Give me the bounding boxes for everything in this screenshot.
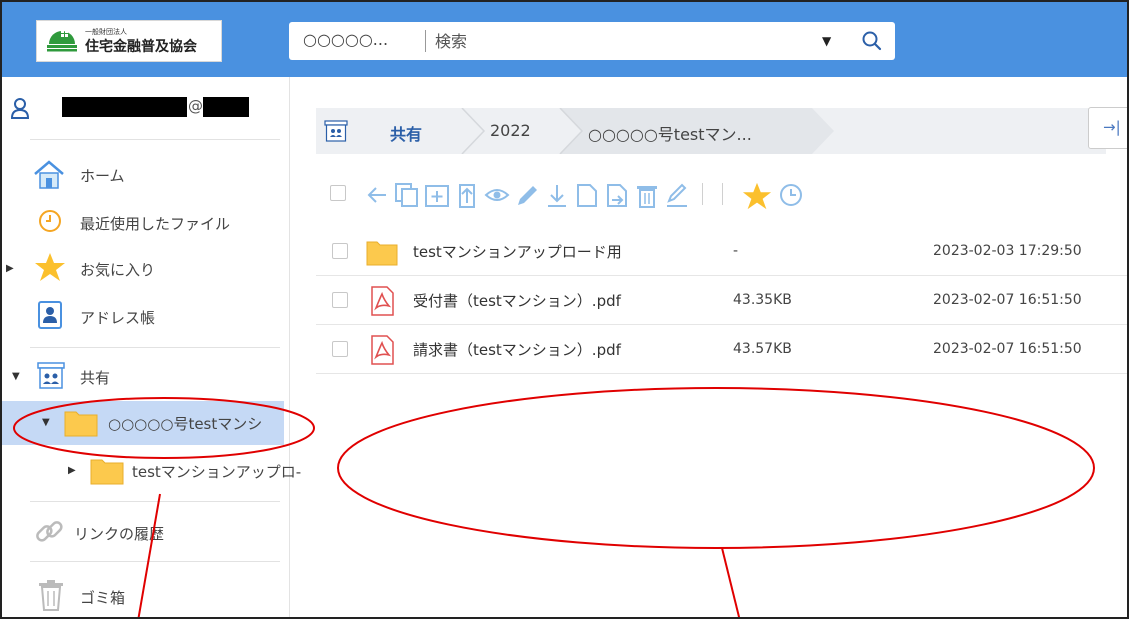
history-clock-icon[interactable] (778, 181, 804, 209)
download-icon[interactable] (544, 181, 570, 209)
new-folder-icon[interactable] (424, 181, 450, 209)
sidebar-item-recent[interactable]: 最近使用したファイル (2, 203, 290, 243)
sidebar-item-trash[interactable]: ゴミ箱 (2, 577, 290, 617)
sidebar-item-label: アドレス帳 (80, 309, 156, 327)
sidebar-divider (30, 347, 280, 348)
logo-title: 住宅金融普及協会 (85, 39, 197, 55)
toolbar-divider (702, 183, 703, 205)
user-account[interactable]: @ (2, 77, 290, 127)
tree-item-subfolder[interactable]: ▶ testマンションアップロ- (2, 451, 301, 491)
collapse-arrow-icon[interactable]: ▼ (42, 417, 50, 428)
sidebar-divider (30, 561, 280, 562)
breadcrumb-shared[interactable]: 共有 (390, 121, 422, 145)
file-name[interactable]: 請求書（testマンション）.pdf (413, 339, 621, 360)
back-arrow-icon[interactable] (364, 181, 390, 209)
sidebar-item-label: 最近使用したファイル (80, 215, 231, 233)
clock-icon (39, 210, 61, 232)
file-name[interactable]: 受付書（testマンション）.pdf (413, 290, 621, 311)
redacted-domain (203, 97, 249, 117)
file-size: 43.57KB (733, 341, 792, 357)
sidebar-divider (30, 501, 280, 502)
sidebar-item-link-history[interactable]: リンクの履歴 (2, 513, 290, 553)
delete-icon[interactable] (634, 181, 660, 209)
favorite-star-icon[interactable] (742, 181, 772, 211)
expand-arrow-icon[interactable]: ▶ (68, 465, 76, 476)
file-name[interactable]: testマンションアップロード用 (413, 241, 622, 262)
file-toolbar (330, 177, 1090, 217)
sidebar-item-home[interactable]: ホーム (2, 155, 290, 195)
sidebar: @ ホーム 最近使用したファイル ▶ お気に入り アドレス帳 ▼ 共有 ▼ ○○… (2, 77, 301, 617)
move-file-icon[interactable] (604, 181, 630, 209)
user-at-sign: @ (188, 97, 203, 115)
logo-mark-icon (47, 30, 77, 52)
shared-box-icon (37, 362, 65, 389)
expand-arrow-icon[interactable]: ▶ (6, 263, 14, 274)
pdf-file-icon (371, 286, 394, 316)
row-checkbox[interactable] (332, 292, 348, 308)
folder-icon (64, 411, 98, 437)
file-row[interactable]: 受付書（testマンション）.pdf 43.35KB 2023-02-07 16… (316, 276, 1127, 325)
breadcrumb-current-folder[interactable]: ○○○○○号testマン... (588, 121, 752, 145)
search-dropdown-icon[interactable]: ▼ (822, 34, 831, 48)
upload-icon[interactable] (454, 181, 480, 209)
copy-icon[interactable] (394, 181, 420, 209)
tree-item-label: ○○○○○号testマンシ (108, 415, 263, 433)
rename-icon[interactable] (664, 181, 690, 209)
row-checkbox[interactable] (332, 341, 348, 357)
sidebar-divider (30, 139, 280, 140)
search-icon[interactable] (861, 30, 883, 52)
folder-icon (366, 241, 398, 266)
preview-eye-icon[interactable] (484, 181, 510, 209)
breadcrumb-year[interactable]: 2022 (490, 121, 531, 140)
sidebar-item-address-book[interactable]: アドレス帳 (2, 297, 290, 337)
address-book-icon (38, 301, 62, 329)
redacted-username (62, 97, 187, 117)
collapse-right-icon: →| (1103, 118, 1121, 136)
file-date: 2023-02-07 16:51:50 (933, 341, 1082, 357)
toolbar-divider (722, 183, 723, 205)
home-icon (34, 160, 64, 189)
tree-item-label: testマンションアップロ- (132, 463, 302, 481)
file-size: - (733, 243, 739, 259)
row-checkbox[interactable] (332, 243, 348, 259)
search-scope-label[interactable]: ○○○○○... (303, 30, 388, 49)
organization-logo[interactable]: 一般財団法人 住宅金融普及協会 (36, 20, 222, 62)
link-icon (36, 521, 63, 542)
trash-icon (39, 580, 63, 611)
file-date: 2023-02-03 17:29:50 (933, 243, 1082, 259)
user-icon (10, 98, 30, 119)
search-separator (425, 30, 426, 52)
sidebar-item-shared[interactable]: ▼ 共有 (2, 357, 290, 397)
sidebar-item-label: お気に入り (80, 261, 156, 279)
sidebar-item-label: リンクの履歴 (74, 525, 165, 543)
sidebar-item-label: ゴミ箱 (80, 589, 126, 607)
edit-pencil-icon[interactable] (514, 181, 540, 209)
file-row[interactable]: testマンションアップロード用 - 2023-02-03 17:29:50 (316, 227, 1127, 276)
duplicate-icon[interactable] (574, 181, 600, 209)
collapse-arrow-icon[interactable]: ▼ (12, 371, 20, 382)
top-header: 一般財団法人 住宅金融普及協会 ○○○○○... ▼ (2, 2, 1127, 77)
sidebar-item-label: 共有 (80, 369, 111, 387)
tree-item-selected-folder[interactable]: ▼ ○○○○○号testマンシ (2, 401, 284, 445)
breadcrumb: 共有 2022 ○○○○○号testマン... (316, 108, 1106, 154)
search-input[interactable] (435, 27, 805, 55)
main-panel: 共有 2022 ○○○○○号testマン... →| testマンションアップロ… (290, 77, 1127, 617)
pdf-file-icon (371, 335, 394, 365)
file-date: 2023-02-07 16:51:50 (933, 292, 1082, 308)
select-all-checkbox[interactable] (330, 185, 346, 201)
folder-icon (90, 459, 124, 485)
panel-toggle-button[interactable]: →| (1088, 107, 1127, 149)
star-icon (35, 253, 65, 281)
sidebar-item-label: ホーム (80, 167, 125, 185)
sidebar-item-favorites[interactable]: ▶ お気に入り (2, 249, 290, 289)
file-row[interactable]: 請求書（testマンション）.pdf 43.57KB 2023-02-07 16… (316, 325, 1127, 374)
file-size: 43.35KB (733, 292, 792, 308)
search-bar[interactable]: ○○○○○... ▼ (289, 22, 895, 60)
